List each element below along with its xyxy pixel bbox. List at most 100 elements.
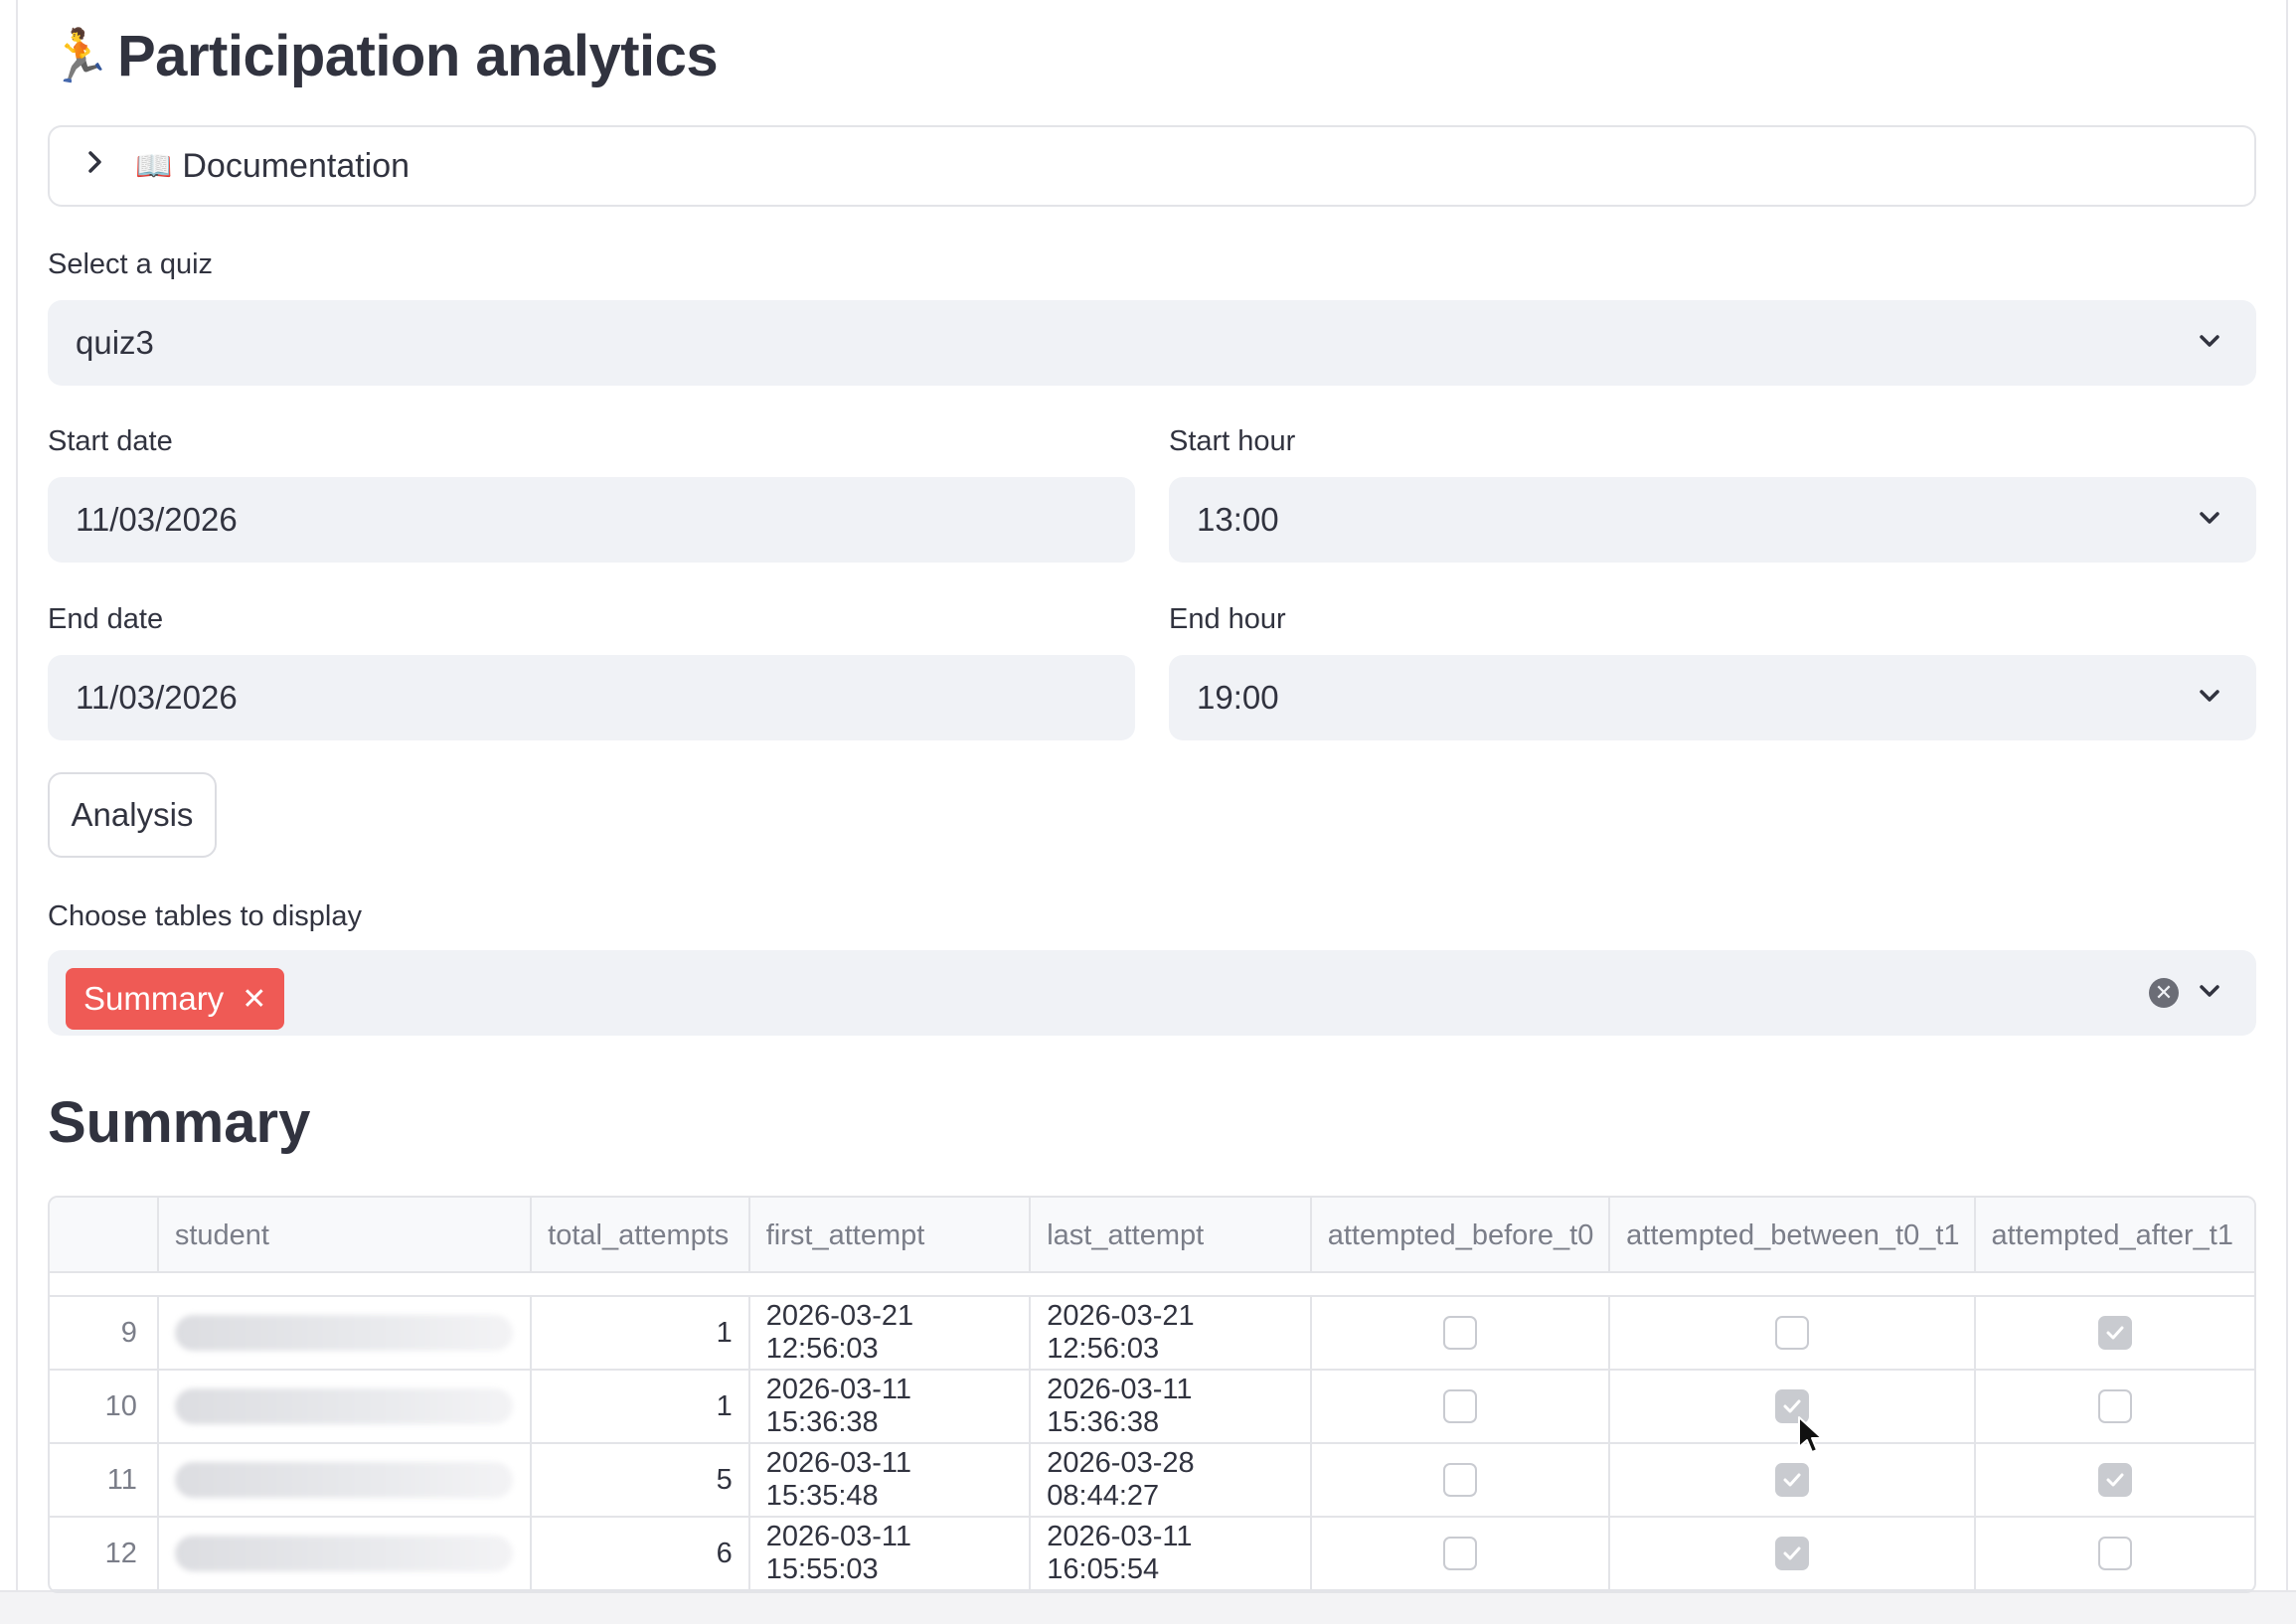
page-bottom-bar	[0, 1590, 2296, 1624]
checkbox-checked[interactable]	[1774, 1537, 1809, 1570]
checkbox-attempted-between-t0-t1[interactable]	[1610, 1518, 1976, 1589]
documentation-label: Documentation	[182, 146, 410, 185]
chevron-right-icon	[85, 147, 135, 185]
checkbox-attempted-between-t0-t1[interactable]	[1610, 1371, 1976, 1442]
redacted-blur	[174, 1536, 513, 1571]
start-hour-value: 13:00	[1197, 501, 1279, 538]
summary-section-title: Summary	[48, 1090, 311, 1155]
cell-last-attempt[interactable]: 2026-03-21 12:56:03	[1031, 1297, 1312, 1369]
page-scrollbar-track[interactable]	[2286, 0, 2288, 1590]
cell-total-attempts[interactable]: 5	[532, 1444, 750, 1516]
chevron-down-icon	[2200, 335, 2219, 347]
checkbox-attempted-before-t0[interactable]	[1312, 1297, 1611, 1369]
cell-last-attempt[interactable]: 2026-03-28 08:44:27	[1031, 1444, 1312, 1516]
cell-last-attempt[interactable]: 2026-03-11 16:05:54	[1031, 1518, 1312, 1589]
quiz-select[interactable]: quiz3	[48, 300, 2256, 386]
table-row[interactable]: 11 5 2026-03-11 15:35:48 2026-03-28 08:44:2…	[50, 1444, 2254, 1518]
start-hour-label: Start hour	[1169, 425, 1296, 457]
checkbox-attempted-after-t1[interactable]	[1976, 1444, 2254, 1516]
tag-label: Summary	[83, 980, 225, 1017]
chevron-down-icon	[2200, 512, 2219, 524]
page-title: Participation analytics	[117, 23, 719, 88]
checkbox-unchecked[interactable]	[2097, 1537, 2132, 1570]
checkbox-checked[interactable]	[2097, 1316, 2132, 1350]
checkbox-attempted-after-t1[interactable]	[1976, 1297, 2254, 1369]
col-header-attempted-between-t0-t1[interactable]: attempted_between_t0_t1	[1610, 1198, 1976, 1273]
cell-total-attempts[interactable]: 1	[532, 1371, 750, 1442]
page-border-left	[16, 0, 18, 1590]
cell-total-attempts[interactable]: 6	[532, 1518, 750, 1589]
chevron-down-icon	[2200, 690, 2219, 702]
cell-first-attempt[interactable]: 2026-03-11 15:35:48	[750, 1444, 1032, 1516]
table-row[interactable]: 9 1 2026-03-21 12:56:03 2026-03-21 12:56:03	[50, 1297, 2254, 1371]
student-name-redacted[interactable]	[159, 1518, 533, 1589]
row-index[interactable]: 9	[50, 1297, 159, 1369]
checkbox-unchecked[interactable]	[1442, 1537, 1477, 1570]
checkbox-unchecked[interactable]	[1442, 1316, 1477, 1350]
book-icon: 📖	[135, 149, 173, 183]
tag-summary[interactable]: Summary ✕	[66, 968, 285, 1030]
table-body: 9 1 2026-03-21 12:56:03 2026-03-21 12:56:03…	[50, 1297, 2254, 1591]
cell-first-attempt[interactable]: 2026-03-11 15:55:03	[750, 1518, 1032, 1589]
checkbox-unchecked[interactable]	[1442, 1389, 1477, 1423]
row-index[interactable]: 11	[50, 1444, 159, 1516]
col-header-last-attempt[interactable]: last_attempt	[1031, 1198, 1312, 1273]
student-name-redacted[interactable]	[159, 1297, 533, 1369]
clear-all-icon[interactable]: ✕	[2149, 978, 2179, 1008]
checkbox-checked[interactable]	[2097, 1463, 2132, 1497]
row-index[interactable]: 10	[50, 1371, 159, 1442]
checkbox-attempted-between-t0-t1[interactable]	[1610, 1297, 1976, 1369]
redacted-blur	[174, 1462, 513, 1498]
cell-total-attempts[interactable]: 1	[532, 1297, 750, 1369]
checkbox-attempted-between-t0-t1[interactable]	[1610, 1444, 1976, 1516]
checkbox-unchecked[interactable]	[1774, 1316, 1809, 1350]
checkbox-unchecked[interactable]	[1442, 1463, 1477, 1497]
quiz-select-label: Select a quiz	[48, 248, 214, 280]
cell-first-attempt[interactable]: 2026-03-11 15:36:38	[750, 1371, 1032, 1442]
col-header-attempted-after-t1[interactable]: attempted_after_t1	[1976, 1198, 2254, 1273]
cell-first-attempt[interactable]: 2026-03-21 12:56:03	[750, 1297, 1032, 1369]
col-header-student[interactable]: student	[159, 1198, 533, 1273]
table-row[interactable]: 10 1 2026-03-11 15:36:38 2026-03-11 15:36:3…	[50, 1371, 2254, 1444]
checkbox-attempted-after-t1[interactable]	[1976, 1371, 2254, 1442]
end-hour-label: End hour	[1169, 603, 1286, 635]
table-row[interactable]: 12 6 2026-03-11 15:55:03 2026-03-11 16:05:5…	[50, 1518, 2254, 1591]
end-date-input[interactable]: 11/03/2026	[48, 655, 1135, 740]
chevron-down-icon[interactable]	[2193, 974, 2226, 1008]
quiz-select-value: quiz3	[76, 324, 154, 361]
start-date-value: 11/03/2026	[76, 501, 238, 538]
redacted-blur	[174, 1388, 513, 1424]
col-header-first-attempt[interactable]: first_attempt	[750, 1198, 1032, 1273]
checkbox-unchecked[interactable]	[2097, 1389, 2132, 1423]
close-icon[interactable]: ✕	[242, 982, 266, 1017]
cell-last-attempt[interactable]: 2026-03-11 15:36:38	[1031, 1371, 1312, 1442]
checkbox-attempted-before-t0[interactable]	[1312, 1444, 1611, 1516]
start-date-input[interactable]: 11/03/2026	[48, 477, 1135, 563]
index-header	[50, 1198, 159, 1273]
summary-table[interactable]: student total_attempts first_attempt las…	[48, 1196, 2256, 1593]
documentation-expander[interactable]: 📖 Documentation	[48, 125, 2256, 207]
end-hour-select[interactable]: 19:00	[1169, 655, 2256, 740]
col-header-attempted-before-t0[interactable]: attempted_before_t0	[1312, 1198, 1611, 1273]
col-header-total-attempts[interactable]: total_attempts	[532, 1198, 750, 1273]
runner-icon: 🏃	[48, 27, 112, 85]
student-name-redacted[interactable]	[159, 1444, 533, 1516]
mouse-cursor-icon	[1798, 1416, 1823, 1453]
checkbox-attempted-before-t0[interactable]	[1312, 1371, 1611, 1442]
tables-select-label: Choose tables to display	[48, 900, 362, 932]
tables-multiselect[interactable]: Summary ✕ ✕	[48, 950, 2256, 1036]
partially-scrolled-row	[50, 1275, 2254, 1297]
table-header: student total_attempts first_attempt las…	[50, 1198, 2254, 1273]
end-hour-value: 19:00	[1197, 679, 1279, 716]
checkbox-attempted-before-t0[interactable]	[1312, 1518, 1611, 1589]
student-name-redacted[interactable]	[159, 1371, 533, 1442]
analysis-button[interactable]: Analysis	[48, 772, 217, 858]
checkbox-checked[interactable]	[1774, 1463, 1809, 1497]
start-date-label: Start date	[48, 425, 173, 457]
start-hour-select[interactable]: 13:00	[1169, 477, 2256, 563]
end-date-label: End date	[48, 603, 164, 635]
row-index[interactable]: 12	[50, 1518, 159, 1589]
redacted-blur	[174, 1315, 513, 1351]
checkbox-attempted-after-t1[interactable]	[1976, 1518, 2254, 1589]
end-date-value: 11/03/2026	[76, 679, 238, 716]
